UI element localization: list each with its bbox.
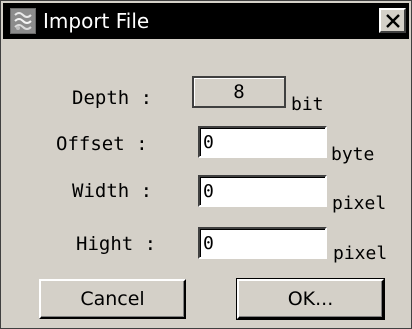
offset-label: Offset :	[56, 133, 148, 155]
window-title: Import File	[43, 9, 150, 33]
app-icon	[10, 8, 36, 34]
depth-value: 8	[192, 76, 286, 108]
depth-label: Depth :	[72, 87, 153, 109]
width-unit: pixel	[332, 193, 387, 214]
width-input[interactable]	[198, 175, 327, 207]
width-label: Width :	[72, 180, 153, 202]
hight-unit: pixel	[333, 243, 388, 264]
hight-label: Hight :	[76, 233, 157, 255]
cancel-button[interactable]: Cancel	[39, 279, 186, 319]
close-button[interactable]	[379, 8, 406, 33]
offset-unit: byte	[331, 144, 375, 165]
offset-input[interactable]	[198, 126, 327, 158]
hight-input[interactable]	[198, 227, 327, 259]
depth-unit: bit	[291, 94, 324, 115]
ok-button[interactable]: OK...	[236, 278, 385, 320]
close-icon	[385, 13, 400, 28]
title-bar[interactable]: Import File	[3, 3, 409, 39]
import-file-dialog: Import File Depth : 8 bit Offset : byte …	[0, 0, 412, 329]
